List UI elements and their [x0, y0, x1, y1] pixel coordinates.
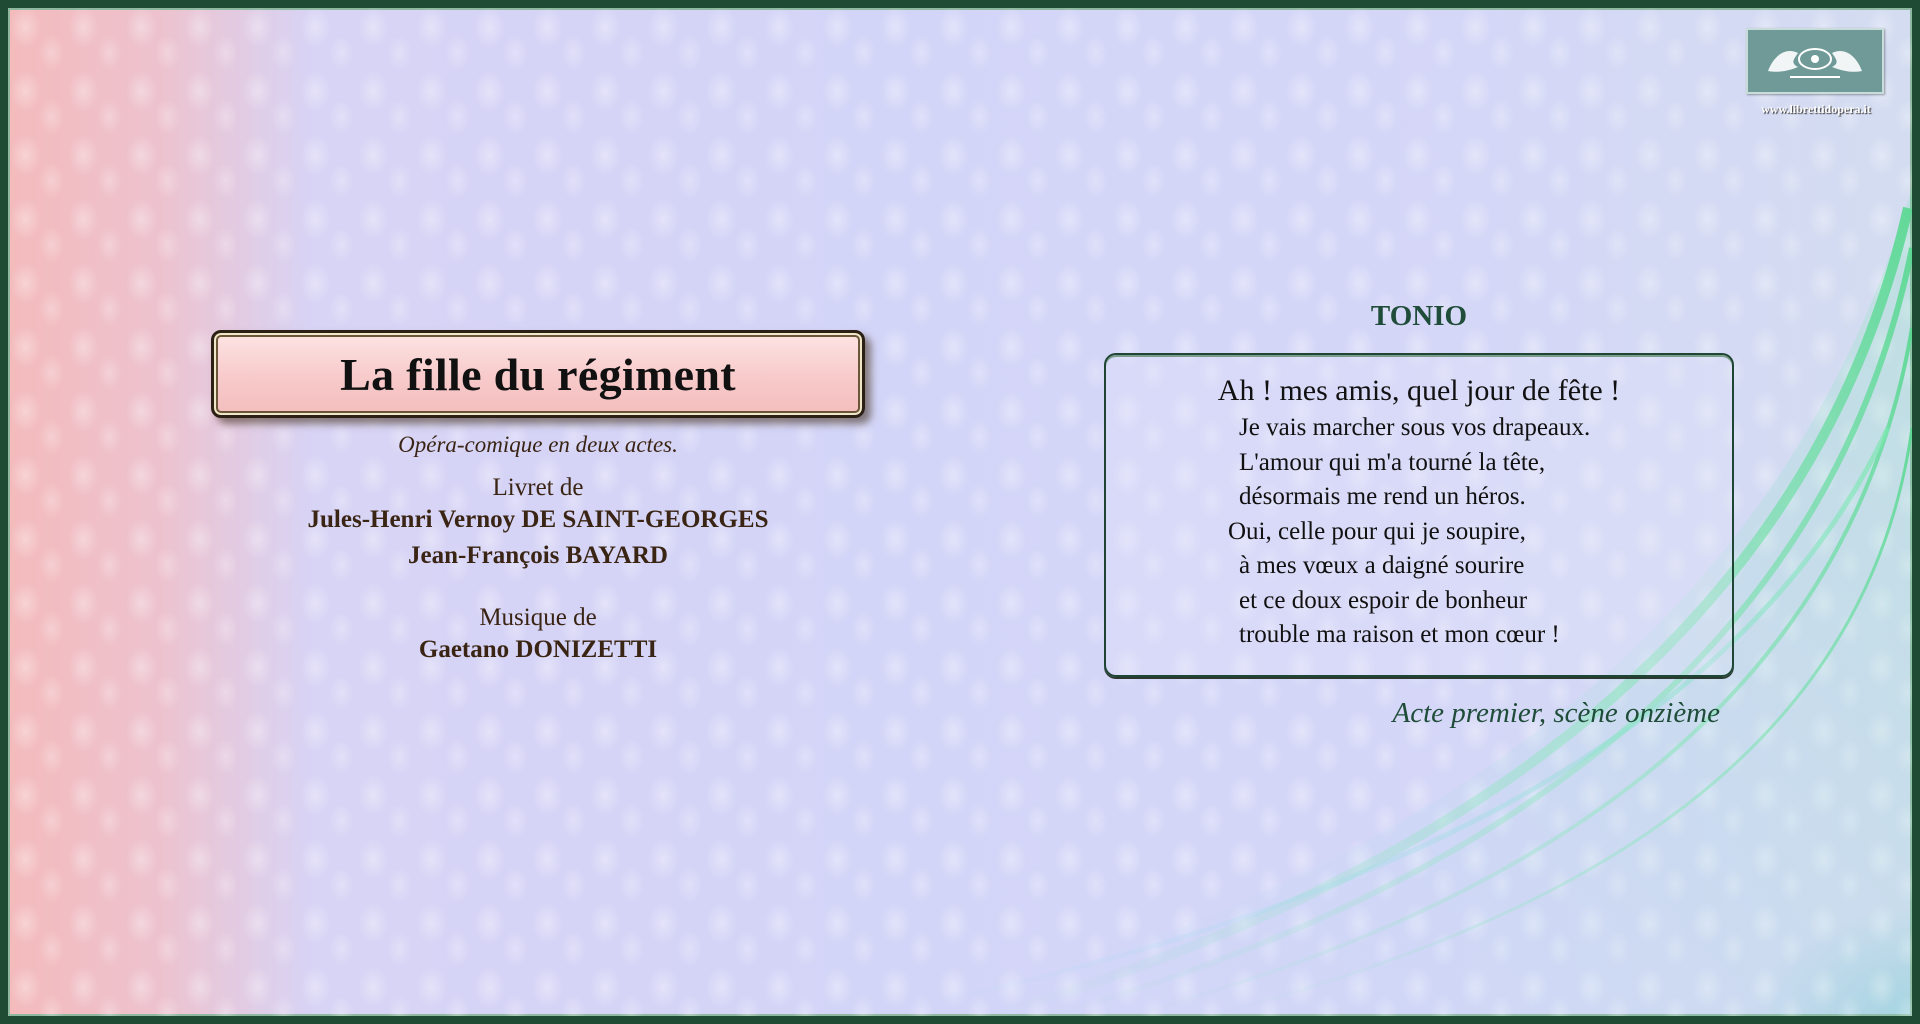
griffins-emblem-icon	[1768, 48, 1862, 78]
excerpt-panel: TONIO Ah ! mes amis, quel jour de fête !…	[1104, 300, 1734, 730]
lyric-line: Ah ! mes amis, quel jour de fête !	[1217, 374, 1621, 407]
lyric-line: trouble ma raison et mon cœur !	[1239, 621, 1560, 648]
work-title: La fille du régiment	[340, 348, 736, 400]
logo-emblem[interactable]	[1746, 28, 1884, 94]
lyric-line: L'amour qui m'a tourné la tête,	[1239, 448, 1546, 476]
composer-name: Gaetano DONIZETTI	[418, 636, 658, 663]
lyric-line: Je vais marcher sous vos drapeaux.	[1239, 414, 1591, 441]
lyric-line: et ce doux espoir de bonheur	[1239, 586, 1528, 614]
title-plate: La fille du régiment	[211, 330, 865, 418]
musique-label: Musique de	[479, 604, 597, 631]
site-logo[interactable]: www.librettidopera.it	[1746, 28, 1886, 117]
work-info: La fille du régiment Opéra-comique en de…	[208, 330, 868, 668]
livret-label: Livret de	[492, 474, 584, 501]
librettist-name: Jean-François BAYARD	[408, 542, 668, 569]
lyric-line: à mes vœux a daigné sourire	[1239, 552, 1525, 579]
work-subtitle: Opéra-comique en deux actes.	[398, 432, 678, 457]
lyric-line: Oui, celle pour qui je soupire,	[1228, 517, 1526, 545]
scene-reference: Acte premier, scène onzième	[1392, 697, 1720, 729]
page-frame: www.librettidopera.it La fille du régime…	[0, 0, 1920, 1024]
lyric-line: désormais me rend un héros.	[1239, 483, 1526, 510]
librettist-name: Jules-Henri Vernoy DE SAINT-GEORGES	[307, 506, 769, 533]
character-name: TONIO	[1370, 300, 1468, 332]
logo-url[interactable]: www.librettidopera.it	[1746, 102, 1886, 117]
lyrics-box: Ah ! mes amis, quel jour de fête ! Je va…	[1104, 353, 1734, 677]
